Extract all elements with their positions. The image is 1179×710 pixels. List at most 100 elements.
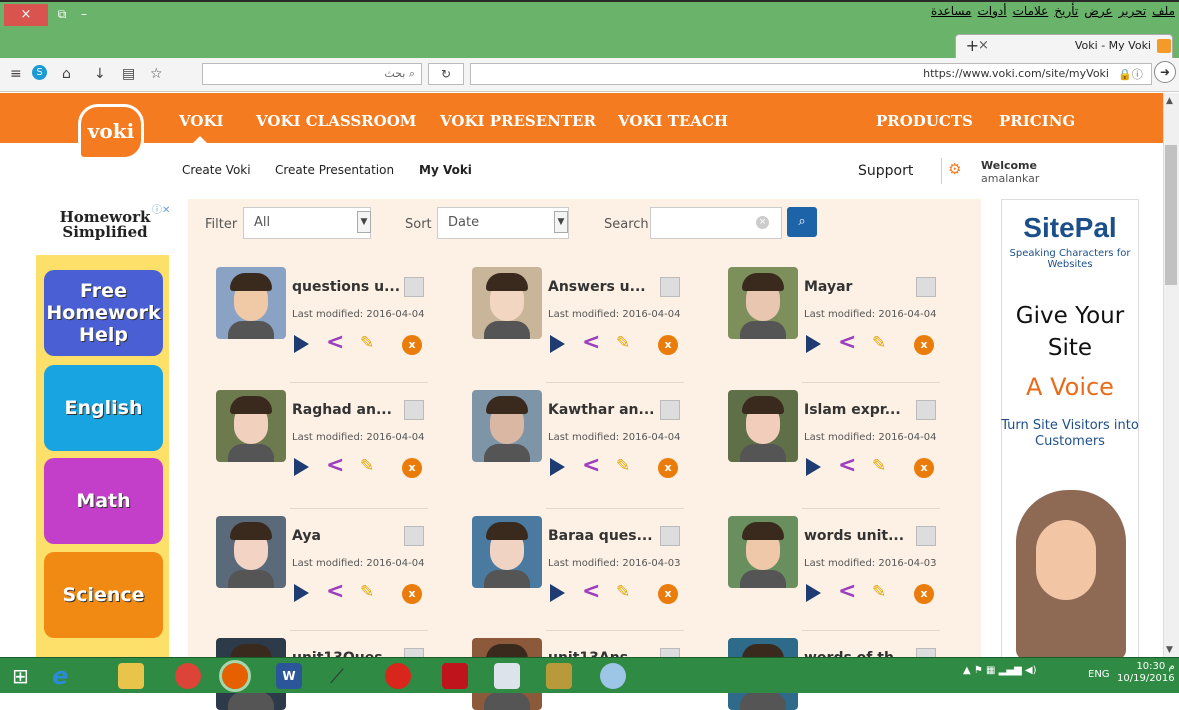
firefox-icon[interactable] [219,660,251,692]
share-icon[interactable]: < [838,455,856,477]
menu-item-edit[interactable]: تحرير [1119,4,1147,28]
opera-icon[interactable] [385,663,411,689]
voki-avatar-thumbnail[interactable] [472,267,542,339]
username[interactable]: amalankar [981,172,1039,185]
file-explorer-icon[interactable] [118,663,144,689]
menu-item-file[interactable]: ملف [1152,4,1175,28]
nav-voki[interactable]: VOKI [179,112,224,130]
tool-icon[interactable]: ⟋ [330,663,356,689]
play-icon[interactable] [294,458,309,476]
nav-pricing[interactable]: PRICING [999,112,1075,130]
subnav-my-voki[interactable]: My Voki [419,163,472,177]
download-icon[interactable]: ↓ [94,66,106,82]
ad-close-icon[interactable]: ⓘ✕ [152,201,170,216]
share-icon[interactable]: < [838,581,856,603]
voki-avatar-thumbnail[interactable] [472,516,542,588]
voki-title[interactable]: words unit... [804,528,904,544]
voki-title[interactable]: Kawthar an... [548,402,654,418]
site-info-icon[interactable]: 🔒ⓘ [1118,66,1143,82]
minimize-icon[interactable]: – [76,6,92,22]
share-icon[interactable]: < [582,332,600,354]
edit-pencil-icon[interactable]: ✎ [872,456,886,476]
edit-pencil-icon[interactable]: ✎ [616,456,630,476]
window-close-button[interactable]: × [4,4,48,26]
voki-avatar-thumbnail[interactable] [728,267,798,339]
library-icon[interactable]: ▤ [122,66,135,82]
edit-pencil-icon[interactable]: ✎ [360,582,374,602]
play-icon[interactable] [294,584,309,602]
clear-search-icon[interactable]: × [756,216,769,229]
delete-icon[interactable]: x [658,458,678,478]
app-window-icon[interactable] [494,663,520,689]
subnav-create-voki[interactable]: Create Voki [182,163,251,177]
voki-title[interactable]: Islam expr... [804,402,901,418]
voki-avatar-thumbnail[interactable] [728,390,798,462]
voki-title[interactable]: questions u... [292,279,400,295]
internet-explorer-icon[interactable]: e [52,663,78,689]
paint-icon[interactable] [600,663,626,689]
search-input[interactable]: بحث ⌕ [202,63,422,85]
delete-icon[interactable]: x [402,335,422,355]
menu-item-bookmarks[interactable]: علامات [1013,4,1049,28]
nav-voki-teach[interactable]: VOKI TEACH [618,112,728,130]
play-icon[interactable] [550,458,565,476]
tab-close-icon[interactable]: × [978,38,989,53]
support-link[interactable]: Support [858,163,913,179]
ad-button-math[interactable]: Math [44,458,163,544]
restore-icon[interactable]: ⧉ [54,6,70,22]
scroll-down-icon[interactable]: ▼ [1166,645,1173,655]
game-icon[interactable] [546,663,572,689]
edit-pencil-icon[interactable]: ✎ [872,582,886,602]
windows-start-icon[interactable]: ⊞ [12,663,38,689]
delete-icon[interactable]: x [914,335,934,355]
filter-chevron-down-icon[interactable]: ▼ [357,211,371,233]
voki-avatar-thumbnail[interactable] [472,390,542,462]
gear-icon[interactable]: ⚙ [948,160,961,178]
voki-logo[interactable]: voki [78,104,144,160]
search-button[interactable]: ⌕ [787,207,817,237]
subnav-create-presentation[interactable]: Create Presentation [275,163,394,177]
edit-pencil-icon[interactable]: ✎ [360,333,374,353]
voki-avatar-thumbnail[interactable] [728,516,798,588]
scroll-up-icon[interactable]: ▲ [1166,96,1173,106]
delete-icon[interactable]: x [402,584,422,604]
voki-title[interactable]: Aya [292,528,321,544]
voki-title[interactable]: Raghad an... [292,402,392,418]
bookmark-star-icon[interactable]: ☆ [150,66,163,82]
reload-icon[interactable]: ↻ [428,63,464,85]
chrome-icon[interactable] [175,663,201,689]
delete-icon[interactable]: x [658,335,678,355]
play-icon[interactable] [806,584,821,602]
system-tray-icons[interactable]: ▲ ⚑ ▦ ▂▄▆ ◀) [963,665,1036,676]
menu-icon[interactable]: ≡ [10,66,22,82]
voki-title[interactable]: Answers u... [548,279,646,295]
nav-voki-presenter[interactable]: VOKI PRESENTER [440,112,596,130]
play-icon[interactable] [550,584,565,602]
delete-icon[interactable]: x [914,584,934,604]
acrobat-icon[interactable] [442,663,468,689]
share-icon[interactable]: < [326,581,344,603]
menu-item-tools[interactable]: أدوات [978,4,1007,28]
share-icon[interactable]: < [326,332,344,354]
nav-products[interactable]: PRODUCTS [876,112,973,130]
clock[interactable]: 10:30 م 10/19/2016 [1117,661,1175,685]
play-icon[interactable] [550,335,565,353]
voki-avatar-thumbnail[interactable] [216,516,286,588]
home-icon[interactable]: ⌂ [62,66,71,82]
play-icon[interactable] [294,335,309,353]
share-icon[interactable]: < [582,455,600,477]
word-icon[interactable]: W [276,663,302,689]
menu-item-history[interactable]: تأريخ [1054,4,1078,28]
scrollbar-thumb[interactable] [1165,145,1177,285]
sort-chevron-down-icon[interactable]: ▼ [554,211,568,233]
new-tab-button[interactable]: + [966,36,979,55]
voki-title[interactable]: Baraa ques... [548,528,653,544]
ad-button-english[interactable]: English [44,365,163,451]
menu-item-view[interactable]: عرض [1084,4,1112,28]
go-arrow-icon[interactable]: ➜ [1154,61,1176,83]
nav-voki-classroom[interactable]: VOKI CLASSROOM [256,112,416,130]
filter-select[interactable]: All [243,207,371,239]
ad-button-science[interactable]: Science [44,552,163,638]
edit-pencil-icon[interactable]: ✎ [360,456,374,476]
skype-icon[interactable]: S [32,65,47,80]
